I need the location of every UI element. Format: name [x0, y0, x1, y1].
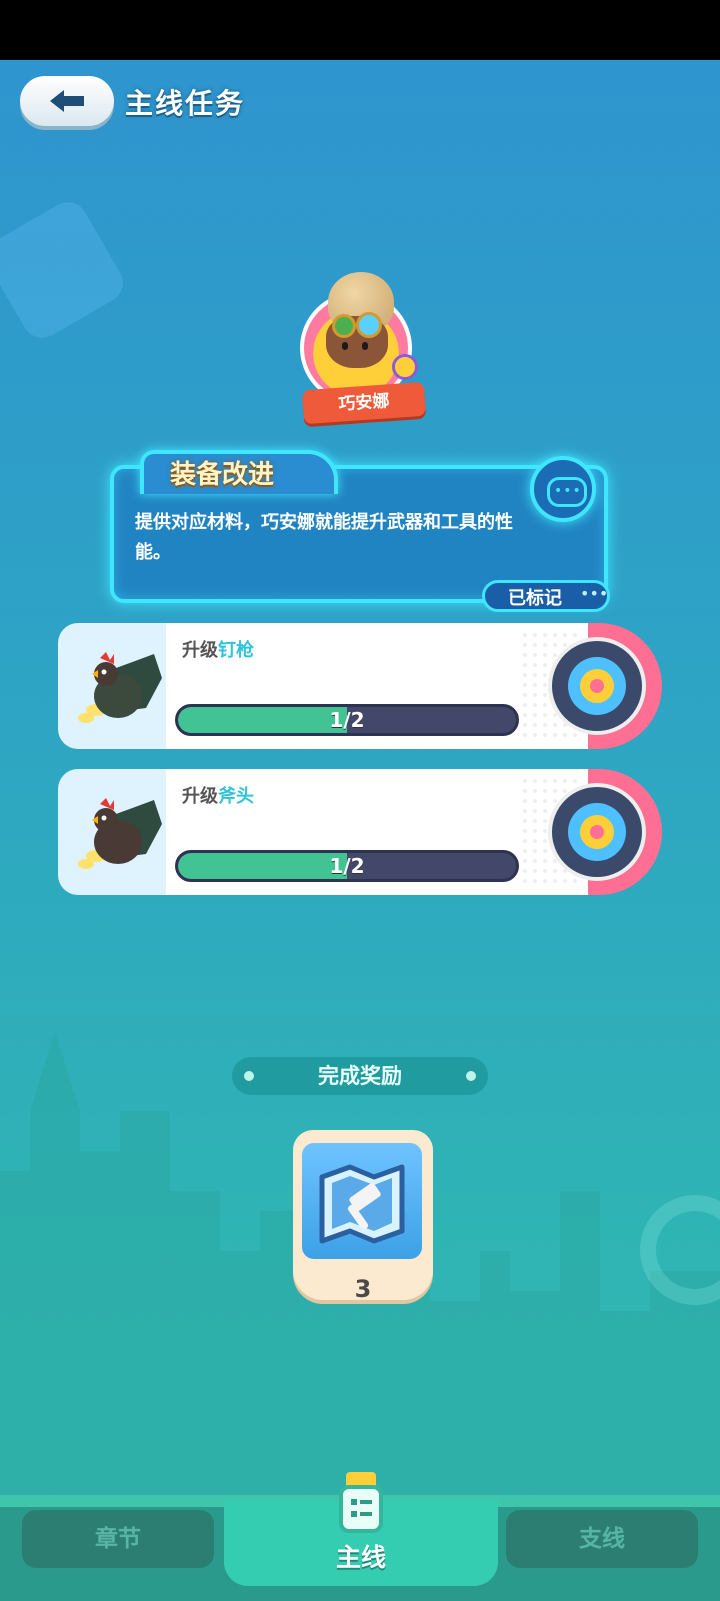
task-title: 升级钉枪: [182, 636, 254, 662]
task-item-name: 钉枪: [218, 640, 254, 661]
header-dot: [244, 1071, 254, 1081]
quest-list-icon: [339, 1485, 383, 1533]
tab-main-label: 主线: [335, 1543, 386, 1572]
progress-text: 1/2: [329, 854, 365, 878]
target-icon: [548, 783, 646, 881]
rooster-icon: [78, 798, 162, 869]
goggle-left: [332, 314, 356, 338]
background-decor-left: [0, 194, 131, 346]
blueprint-hammer-icon: [319, 1164, 405, 1244]
gear-badge-icon: [392, 354, 418, 380]
status-bar: [0, 0, 720, 60]
reward-header: 完成奖励: [232, 1057, 488, 1095]
back-button[interactable]: [20, 76, 114, 126]
dialog-title: 装备改进: [170, 460, 275, 490]
chat-button[interactable]: •••: [530, 456, 596, 522]
task-title: 升级斧头: [182, 782, 254, 808]
target-icon: [548, 637, 646, 735]
progress-bar: 1/2: [175, 850, 519, 882]
tab-chapter[interactable]: 章节: [22, 1510, 214, 1568]
npc-eye-left: [342, 342, 348, 350]
page-title: 主线任务: [125, 87, 246, 120]
marked-label: 已标记: [508, 588, 562, 609]
dialog-text: 提供对应材料，巧安娜就能提升武器和工具的性能。: [135, 512, 513, 563]
task-prefix: 升级: [182, 640, 218, 661]
reward-header-label: 完成奖励: [318, 1064, 402, 1088]
more-dots-icon: •••: [580, 584, 609, 603]
rooster-icon: [78, 652, 162, 723]
task-item-name: 斧头: [218, 786, 254, 807]
npc-eye-right: [362, 342, 368, 350]
tab-side-quest[interactable]: 支线: [506, 1510, 698, 1568]
npc-name-tag: 巧安娜: [301, 381, 427, 425]
task-prefix: 升级: [182, 786, 218, 807]
progress-bar: 1/2: [175, 704, 519, 736]
progress-text: 1/2: [329, 708, 365, 732]
reward-icon-frame: [302, 1143, 422, 1259]
goggle-right: [356, 312, 382, 338]
header-dot: [466, 1071, 476, 1081]
chat-dots-icon: •••: [554, 483, 582, 499]
reward-count: 3: [354, 1275, 372, 1303]
back-arrow-icon: [50, 90, 84, 112]
